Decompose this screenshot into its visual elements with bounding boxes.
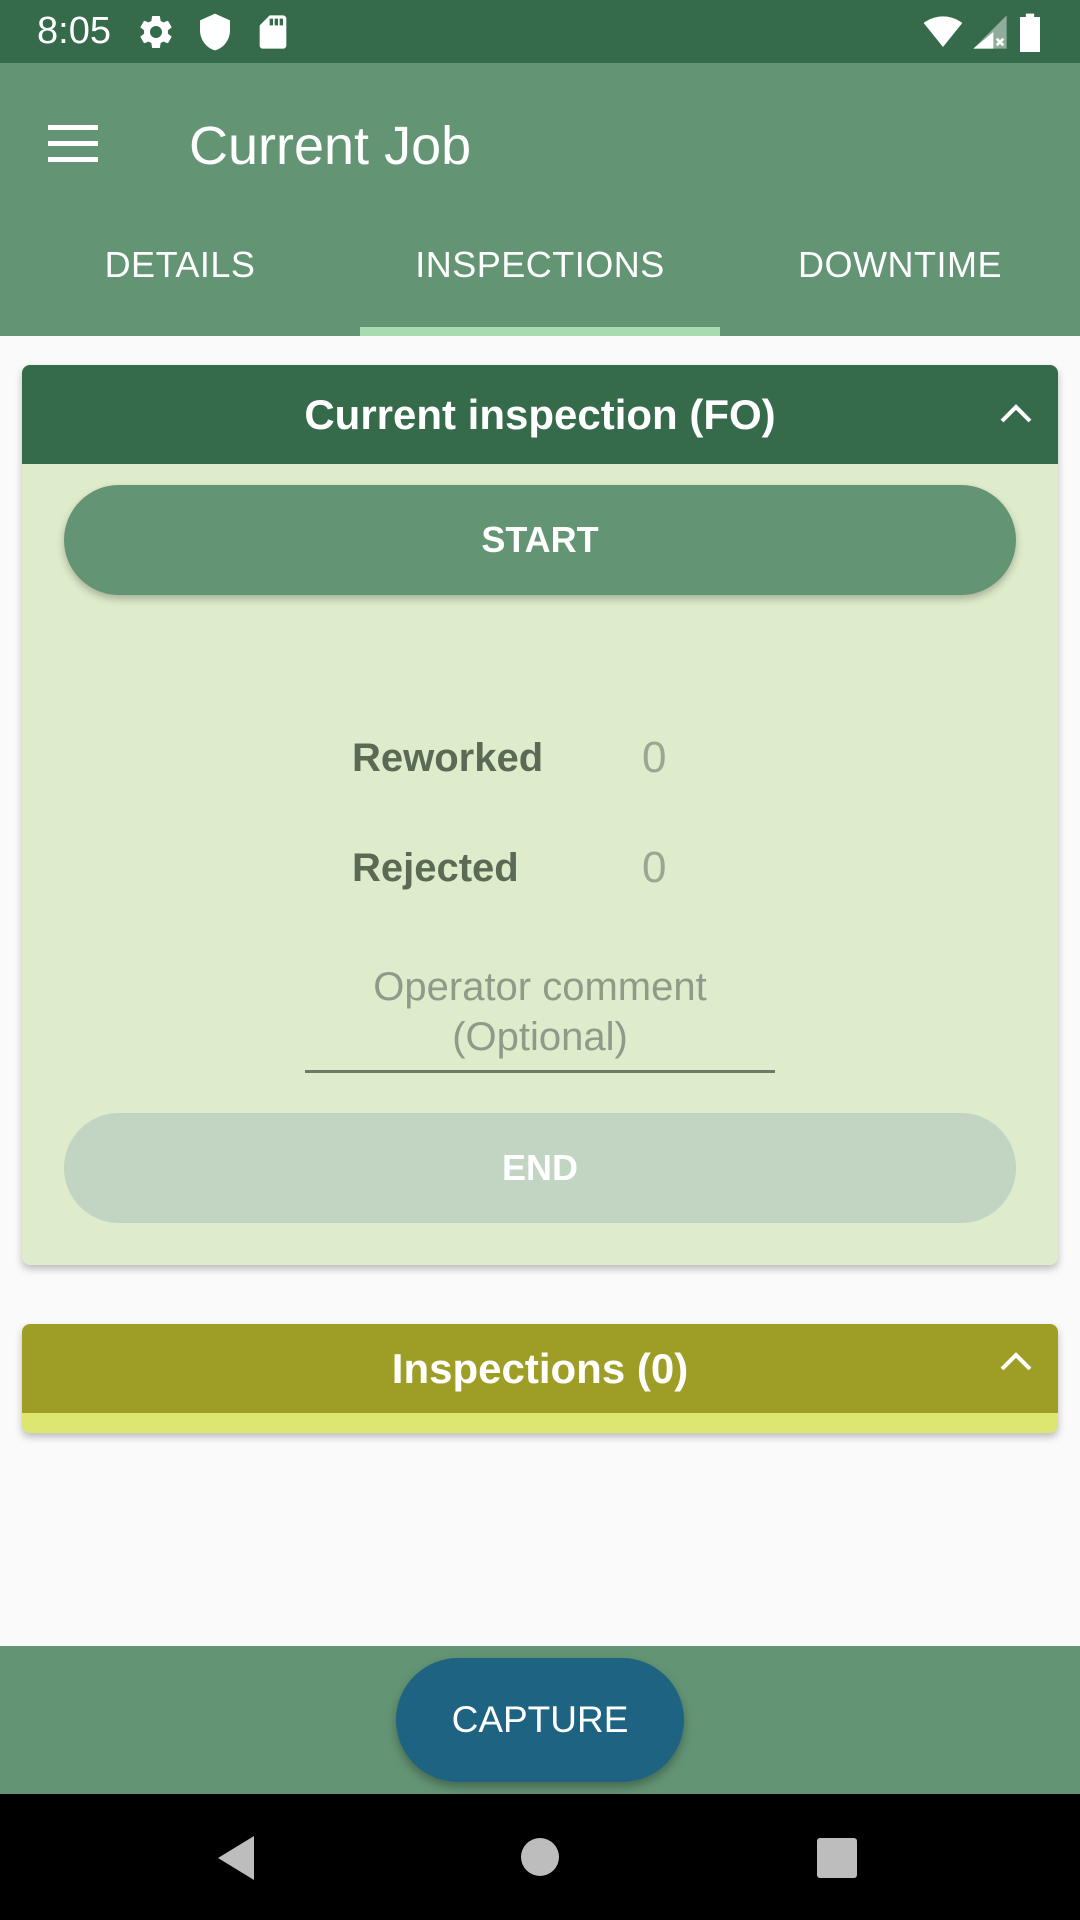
hamburger-menu-icon xyxy=(48,125,98,162)
operator-comment-field[interactable]: Operator comment (Optional) xyxy=(305,962,775,1073)
sd-card-icon xyxy=(259,15,287,49)
menu-button[interactable] xyxy=(32,105,112,185)
rejected-value[interactable]: 0 xyxy=(642,842,666,894)
current-inspection-title: Current inspection (FO) xyxy=(304,391,776,438)
reworked-value[interactable]: 0 xyxy=(642,732,666,784)
capture-button[interactable]: CAPTURE xyxy=(396,1658,684,1782)
inspections-card: Inspections (0) xyxy=(22,1324,1058,1433)
tab-indicator xyxy=(360,327,720,336)
tab-details[interactable]: DETAILS xyxy=(0,233,360,336)
shield-icon xyxy=(200,13,230,51)
app-bar: Current Job DETAILS INSPECTIONS DOWNTIME xyxy=(0,63,1080,336)
tab-downtime[interactable]: DOWNTIME xyxy=(720,233,1080,336)
bottom-bar: CAPTURE xyxy=(0,1646,1080,1794)
battery-icon xyxy=(1020,13,1040,52)
status-time: 8:05 xyxy=(37,10,111,52)
back-icon[interactable] xyxy=(214,1834,260,1882)
wifi-icon xyxy=(923,16,963,47)
home-icon[interactable] xyxy=(520,1837,560,1877)
current-inspection-card: Current inspection (FO) START Reworked 0… xyxy=(22,365,1058,1265)
chevron-up-icon[interactable] xyxy=(996,399,1036,429)
end-button[interactable]: END xyxy=(64,1113,1016,1223)
tab-inspections[interactable]: INSPECTIONS xyxy=(360,233,720,336)
inspections-title: Inspections (0) xyxy=(391,1345,689,1392)
inspections-header[interactable]: Inspections (0) xyxy=(22,1324,1058,1413)
settings-icon xyxy=(140,15,172,48)
page-title: Current Job xyxy=(189,116,472,176)
status-bar: 8:05 xyxy=(0,0,1080,63)
system-nav-bar xyxy=(0,1794,1080,1920)
reworked-label: Reworked xyxy=(352,736,544,780)
rejected-label: Rejected xyxy=(352,846,519,890)
current-inspection-header[interactable]: Current inspection (FO) xyxy=(22,365,1058,464)
chevron-up-icon[interactable] xyxy=(996,1347,1036,1377)
recents-icon[interactable] xyxy=(816,1837,858,1879)
signal-icon xyxy=(973,15,1007,49)
start-button[interactable]: START xyxy=(64,485,1016,595)
